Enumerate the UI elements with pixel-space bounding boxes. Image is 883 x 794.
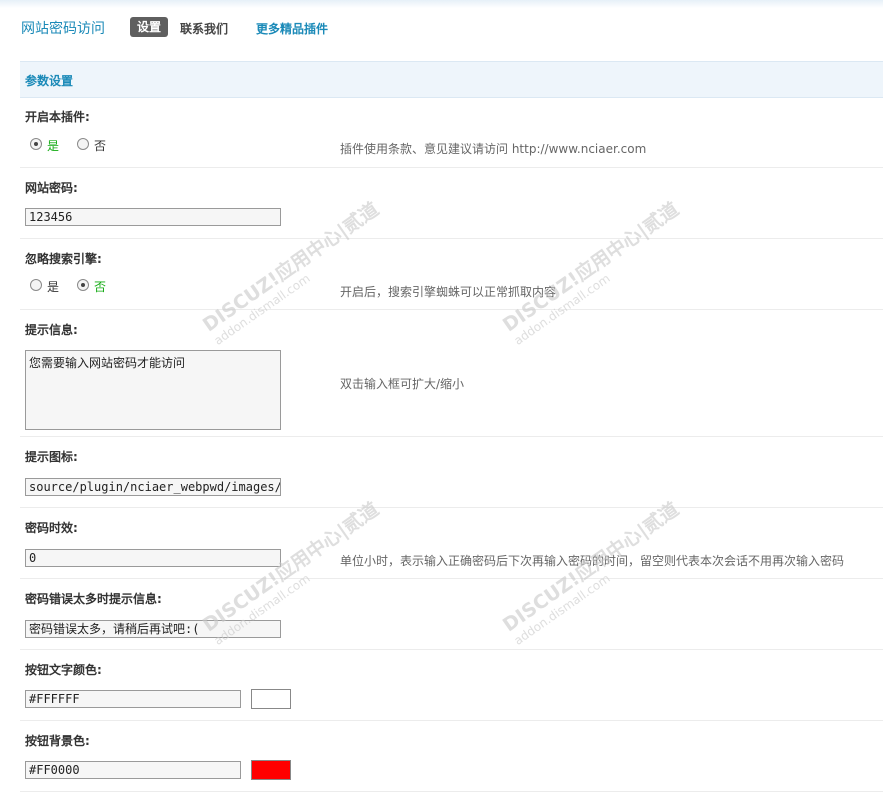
setting-row-tip-message: 提示信息: 您需要输入网站密码才能访问 双击输入框可扩大/缩小	[20, 310, 883, 437]
field-label: 提示信息:	[25, 323, 78, 337]
radio-unchecked-icon[interactable]	[30, 279, 42, 291]
button-text-color-swatch[interactable]	[251, 689, 291, 709]
setting-row-button-bg-color: 按钮背景色: #FF0000	[20, 721, 883, 792]
setting-row-password: 网站密码: 123456	[20, 168, 883, 239]
radio-label-no: 否	[94, 280, 107, 294]
nav-plugin-title[interactable]: 网站密码访问	[21, 18, 105, 38]
ignore-search-hint: 开启后，搜索引擎蜘蛛可以正常抓取内容	[340, 285, 557, 299]
radio-label-no: 否	[94, 139, 107, 153]
tip-message-hint: 双击输入框可扩大/缩小	[340, 377, 465, 391]
radio-checked-icon[interactable]	[30, 138, 42, 150]
password-ttl-input[interactable]: 0	[25, 549, 281, 567]
section-header: 参数设置	[20, 61, 883, 98]
field-label: 按钮文字颜色:	[25, 663, 102, 677]
field-label: 提示图标:	[25, 450, 78, 464]
tab-settings[interactable]: 设置	[130, 17, 169, 37]
setting-row-enable: 开启本插件: 是 否 插件使用条款、意见建议请访问 http://www.nci…	[20, 97, 883, 168]
setting-row-ignore-search: 忽略搜索引擎: 是 否 开启后，搜索引擎蜘蛛可以正常抓取内容	[20, 239, 883, 310]
radio-checked-icon[interactable]	[77, 279, 89, 291]
top-gradient-bar	[0, 0, 883, 8]
tip-icon-input[interactable]: source/plugin/nciaer_webpwd/images/de	[25, 478, 281, 496]
setting-row-button-text-color: 按钮文字颜色: #FFFFFF	[20, 650, 883, 721]
tip-message-textarea[interactable]: 您需要输入网站密码才能访问	[25, 350, 281, 430]
button-bg-color-input[interactable]: #FF0000	[25, 761, 241, 779]
error-message-input[interactable]: 密码错误太多，请稍后再试吧:(	[25, 620, 281, 638]
setting-row-tip-icon: 提示图标: source/plugin/nciaer_webpwd/images…	[20, 437, 883, 508]
field-label: 网站密码:	[25, 181, 78, 195]
field-label: 开启本插件:	[25, 110, 90, 124]
setting-row-password-ttl: 密码时效: 0 单位小时，表示输入正确密码后下次再输入密码的时间，留空则代表本次…	[20, 508, 883, 579]
radio-label-yes: 是	[47, 139, 60, 153]
link-more-plugins[interactable]: 更多精品插件	[256, 20, 328, 37]
field-label: 密码时效:	[25, 521, 78, 535]
radio-unchecked-icon[interactable]	[77, 138, 89, 150]
enable-hint: 插件使用条款、意见建议请访问 http://www.nciaer.com	[340, 142, 647, 156]
field-label: 忽略搜索引擎:	[25, 252, 102, 266]
field-label: 密码错误太多时提示信息:	[25, 592, 162, 606]
setting-row-error-message: 密码错误太多时提示信息: 密码错误太多，请稍后再试吧:(	[20, 579, 883, 650]
tab-contact-us[interactable]: 联系我们	[180, 20, 228, 37]
field-label: 按钮背景色:	[25, 734, 90, 748]
button-text-color-input[interactable]: #FFFFFF	[25, 690, 241, 708]
password-ttl-hint: 单位小时，表示输入正确密码后下次再输入密码的时间，留空则代表本次会话不用再次输入…	[340, 554, 845, 568]
section-title: 参数设置	[25, 74, 74, 88]
password-input[interactable]: 123456	[25, 208, 281, 226]
radio-label-yes: 是	[47, 280, 60, 294]
button-bg-color-swatch[interactable]	[251, 760, 291, 780]
